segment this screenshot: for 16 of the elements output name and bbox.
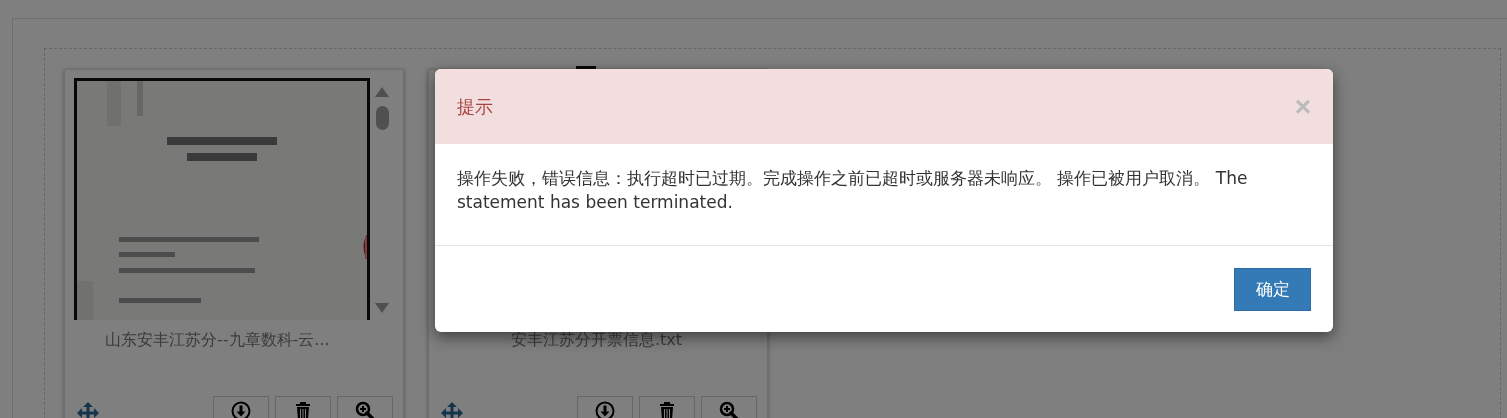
file-name: 安丰江苏分开票信息.txt — [510, 329, 684, 351]
scroll-down-icon — [374, 302, 390, 314]
scroll-up-icon — [374, 86, 390, 98]
error-message: 操作失败，错误信息：执行超时已过期。完成操作之前已超时或服务器未响应。 操作已被用户取消。 The statement has been terminated. — [457, 167, 1249, 214]
move-icon — [441, 402, 463, 418]
file-name: 山东安丰江苏分--九章数科-云... — [104, 329, 331, 351]
download-icon — [595, 401, 615, 418]
trash-icon — [657, 401, 677, 418]
ok-button[interactable]: 确定 — [1234, 268, 1311, 311]
move-icon — [77, 402, 99, 418]
zoom-in-icon — [719, 401, 739, 418]
dialog-title: 提示 — [457, 94, 493, 119]
zoom-in-icon — [355, 401, 375, 418]
download-icon — [231, 401, 251, 418]
scroll-thumb[interactable] — [375, 106, 389, 130]
trash-icon — [293, 401, 313, 418]
